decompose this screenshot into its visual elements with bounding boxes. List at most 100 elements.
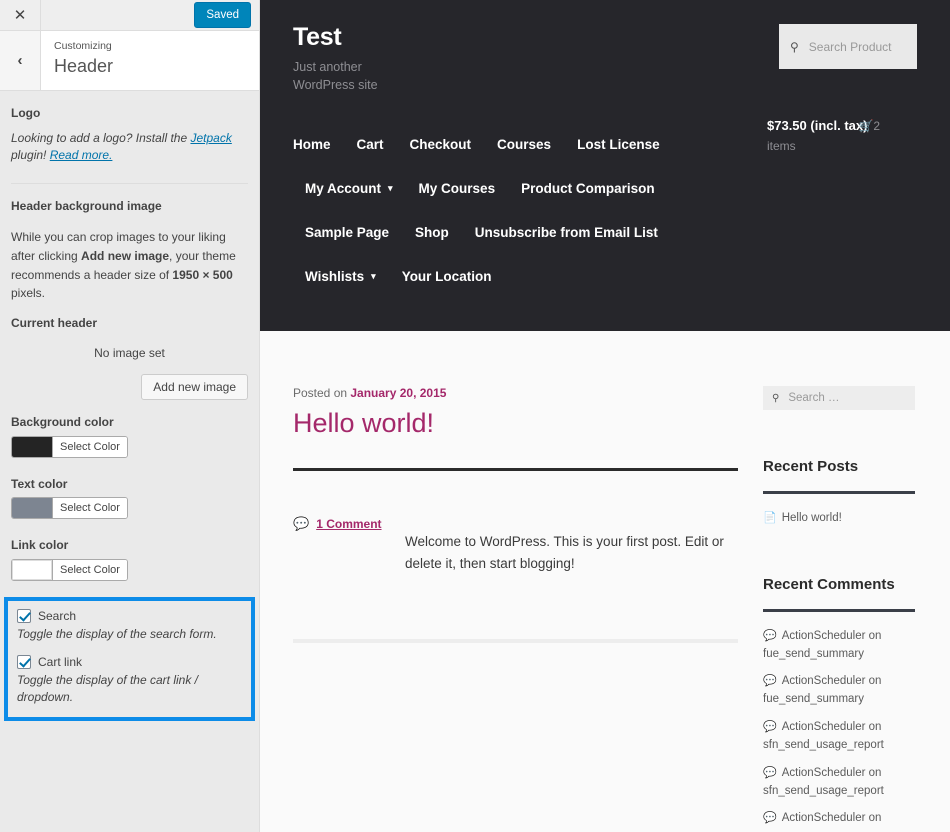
add-new-image-button[interactable]: Add new image bbox=[141, 373, 248, 400]
nav-item-sample-page[interactable]: Sample Page bbox=[305, 225, 389, 240]
hi-desc-3: pixels. bbox=[11, 286, 46, 301]
read-more-link[interactable]: Read more. bbox=[50, 148, 113, 162]
cart-link-toggle-label[interactable]: Cart link bbox=[38, 655, 82, 669]
search-toggle-description: Toggle the display of the search form. bbox=[17, 627, 217, 642]
save-button[interactable]: Saved bbox=[194, 2, 251, 28]
recent-comments-list: 💬 ActionScheduler on fue_send_summary 💬 Ac… bbox=[763, 628, 915, 828]
link-color-section: Link color Select Color bbox=[0, 523, 259, 585]
content-bottom-divider bbox=[293, 639, 738, 644]
product-search-input[interactable] bbox=[806, 38, 906, 55]
search-toggle-row[interactable]: Search bbox=[17, 609, 242, 624]
breadcrumb: Customizing bbox=[54, 40, 112, 52]
search-toggle-block: Search Toggle the display of the search … bbox=[17, 609, 242, 643]
search-checkbox[interactable] bbox=[17, 609, 31, 624]
search-toggle-label[interactable]: Search bbox=[38, 609, 76, 623]
nav-row-4: Wishlists ▾ Your Location bbox=[293, 269, 917, 284]
site-sidebar: ⚲ Recent Posts 📄 Hello world! Recent Comm… bbox=[763, 331, 915, 832]
current-header-label: Current header bbox=[11, 315, 98, 330]
nav-item-your-location[interactable]: Your Location bbox=[402, 269, 492, 284]
sidebar-search-input[interactable] bbox=[786, 391, 906, 405]
cart-total-row: $73.50 (incl. tax)🛒2 bbox=[767, 118, 917, 134]
post-divider bbox=[293, 468, 738, 472]
list-item[interactable]: 💬 ActionScheduler on bbox=[763, 810, 915, 828]
cart-link-toggle-block: Cart link Toggle the display of the cart… bbox=[17, 654, 242, 706]
nav-item-home[interactable]: Home bbox=[293, 137, 331, 152]
site-tagline: Just another WordPress site bbox=[293, 59, 378, 93]
list-item[interactable]: 📄 Hello world! bbox=[763, 510, 915, 528]
recent-comment-label: ActionScheduler on sfn_send_usage_report bbox=[763, 766, 884, 797]
page-title: Header bbox=[54, 55, 114, 76]
comment-bubble-icon: 💬 bbox=[763, 629, 777, 642]
cart-summary[interactable]: $73.50 (incl. tax)🛒2 items bbox=[767, 118, 917, 153]
list-item[interactable]: 💬 ActionScheduler on fue_send_summary bbox=[763, 628, 915, 664]
nav-item-my-account[interactable]: My Account ▾ bbox=[305, 181, 393, 196]
text-color-picker[interactable]: Select Color bbox=[11, 497, 128, 520]
customizer-screen: ✕ Saved ‹ Customizing Header Logo Lookin… bbox=[0, 0, 950, 832]
search-icon: ⚲ bbox=[790, 39, 799, 54]
nav-item-lost-license[interactable]: Lost License bbox=[577, 137, 660, 152]
post-title[interactable]: Hello world! bbox=[293, 407, 738, 439]
site-branding: Test Just another WordPress site bbox=[293, 23, 423, 95]
post-date[interactable]: January 20, 2015 bbox=[350, 386, 446, 400]
comment-bubble-icon: 💬 bbox=[763, 721, 777, 734]
site-brand-row: Test Just another WordPress site ⚲ bbox=[293, 23, 917, 95]
hi-desc-bold-1: Add new image bbox=[81, 248, 170, 263]
sidebar-search-box[interactable]: ⚲ bbox=[763, 386, 915, 410]
post-meta: Posted on January 20, 2015 bbox=[293, 386, 738, 400]
close-icon[interactable]: ✕ bbox=[0, 0, 41, 30]
background-color-section: Background color Select Color bbox=[0, 400, 259, 462]
customizer-panel: ✕ Saved ‹ Customizing Header Logo Lookin… bbox=[0, 0, 260, 832]
link-color-label: Link color bbox=[11, 538, 69, 553]
content-column: Posted on January 20, 2015 Hello world! … bbox=[293, 331, 763, 832]
post-comment-meta: 💬 1 Comment bbox=[293, 517, 405, 588]
header-toggles-highlight: Search Toggle the display of the search … bbox=[4, 597, 255, 721]
background-select-color-button[interactable]: Select Color bbox=[52, 436, 127, 457]
cart-icon: 🛒 bbox=[858, 119, 874, 134]
nav-row-3: Sample Page Shop Unsubscribe from Email … bbox=[293, 225, 917, 240]
nav-item-checkout[interactable]: Checkout bbox=[410, 137, 472, 152]
chevron-down-icon: ▾ bbox=[388, 183, 393, 193]
recent-comments-widget: Recent Comments 💬 ActionScheduler on fue_… bbox=[763, 573, 915, 828]
nav-item-product-comparison[interactable]: Product Comparison bbox=[521, 181, 655, 196]
list-item[interactable]: 💬 ActionScheduler on sfn_send_usage_repor… bbox=[763, 719, 915, 755]
recent-comment-label: ActionScheduler on bbox=[781, 812, 882, 825]
link-color-picker[interactable]: Select Color bbox=[11, 559, 128, 582]
recent-comment-label: ActionScheduler on fue_send_summary bbox=[763, 675, 882, 706]
nav-item-courses[interactable]: Courses bbox=[497, 137, 551, 152]
posted-on-prefix: Posted on bbox=[293, 386, 351, 400]
nav-item-shop[interactable]: Shop bbox=[415, 225, 449, 240]
comment-bubble-icon: 💬 bbox=[293, 516, 310, 532]
text-color-swatch bbox=[12, 498, 52, 519]
primary-navigation: Home Cart Checkout Courses Lost License … bbox=[293, 137, 917, 284]
jetpack-link[interactable]: Jetpack bbox=[190, 131, 231, 145]
text-select-color-button[interactable]: Select Color bbox=[52, 498, 127, 519]
logo-section: Logo Looking to add a logo? Install the … bbox=[0, 91, 259, 165]
list-item[interactable]: 💬 ActionScheduler on sfn_send_usage_repor… bbox=[763, 765, 915, 801]
chevron-left-icon[interactable]: ‹ bbox=[0, 31, 41, 90]
customizer-section-header: ‹ Customizing Header bbox=[0, 31, 259, 91]
nav-item-wishlists-label: Wishlists bbox=[305, 269, 365, 284]
product-search-box[interactable]: ⚲ bbox=[779, 24, 917, 69]
site-title[interactable]: Test bbox=[293, 23, 423, 52]
comment-count-link[interactable]: 1 Comment bbox=[316, 517, 381, 531]
recent-posts-widget: Recent Posts 📄 Hello world! bbox=[763, 455, 915, 528]
nav-item-unsubscribe[interactable]: Unsubscribe from Email List bbox=[475, 225, 658, 240]
cart-link-toggle-row[interactable]: Cart link bbox=[17, 654, 242, 669]
logo-label: Logo bbox=[11, 106, 41, 120]
link-select-color-button[interactable]: Select Color bbox=[52, 560, 127, 581]
site-preview: Test Just another WordPress site ⚲ Home … bbox=[260, 0, 950, 832]
cart-total-amount: $73.50 (incl. tax) bbox=[767, 118, 868, 133]
nav-item-wishlists[interactable]: Wishlists ▾ bbox=[305, 269, 376, 284]
nav-item-cart[interactable]: Cart bbox=[357, 137, 384, 152]
list-item[interactable]: 💬 ActionScheduler on fue_send_summary bbox=[763, 673, 915, 709]
hi-desc-bold-2: 1950 × 500 bbox=[172, 267, 233, 282]
nav-item-my-courses[interactable]: My Courses bbox=[419, 181, 496, 196]
site-header: Test Just another WordPress site ⚲ Home … bbox=[260, 0, 950, 331]
header-image-section: Header background image While you can cr… bbox=[0, 184, 259, 400]
cart-link-checkbox[interactable] bbox=[17, 654, 31, 669]
background-color-picker[interactable]: Select Color bbox=[11, 435, 128, 458]
logo-desc-part2: plugin! bbox=[11, 148, 50, 163]
logo-desc-part1: Looking to add a logo? Install the bbox=[11, 130, 191, 145]
header-image-label: Header background image bbox=[11, 198, 162, 213]
